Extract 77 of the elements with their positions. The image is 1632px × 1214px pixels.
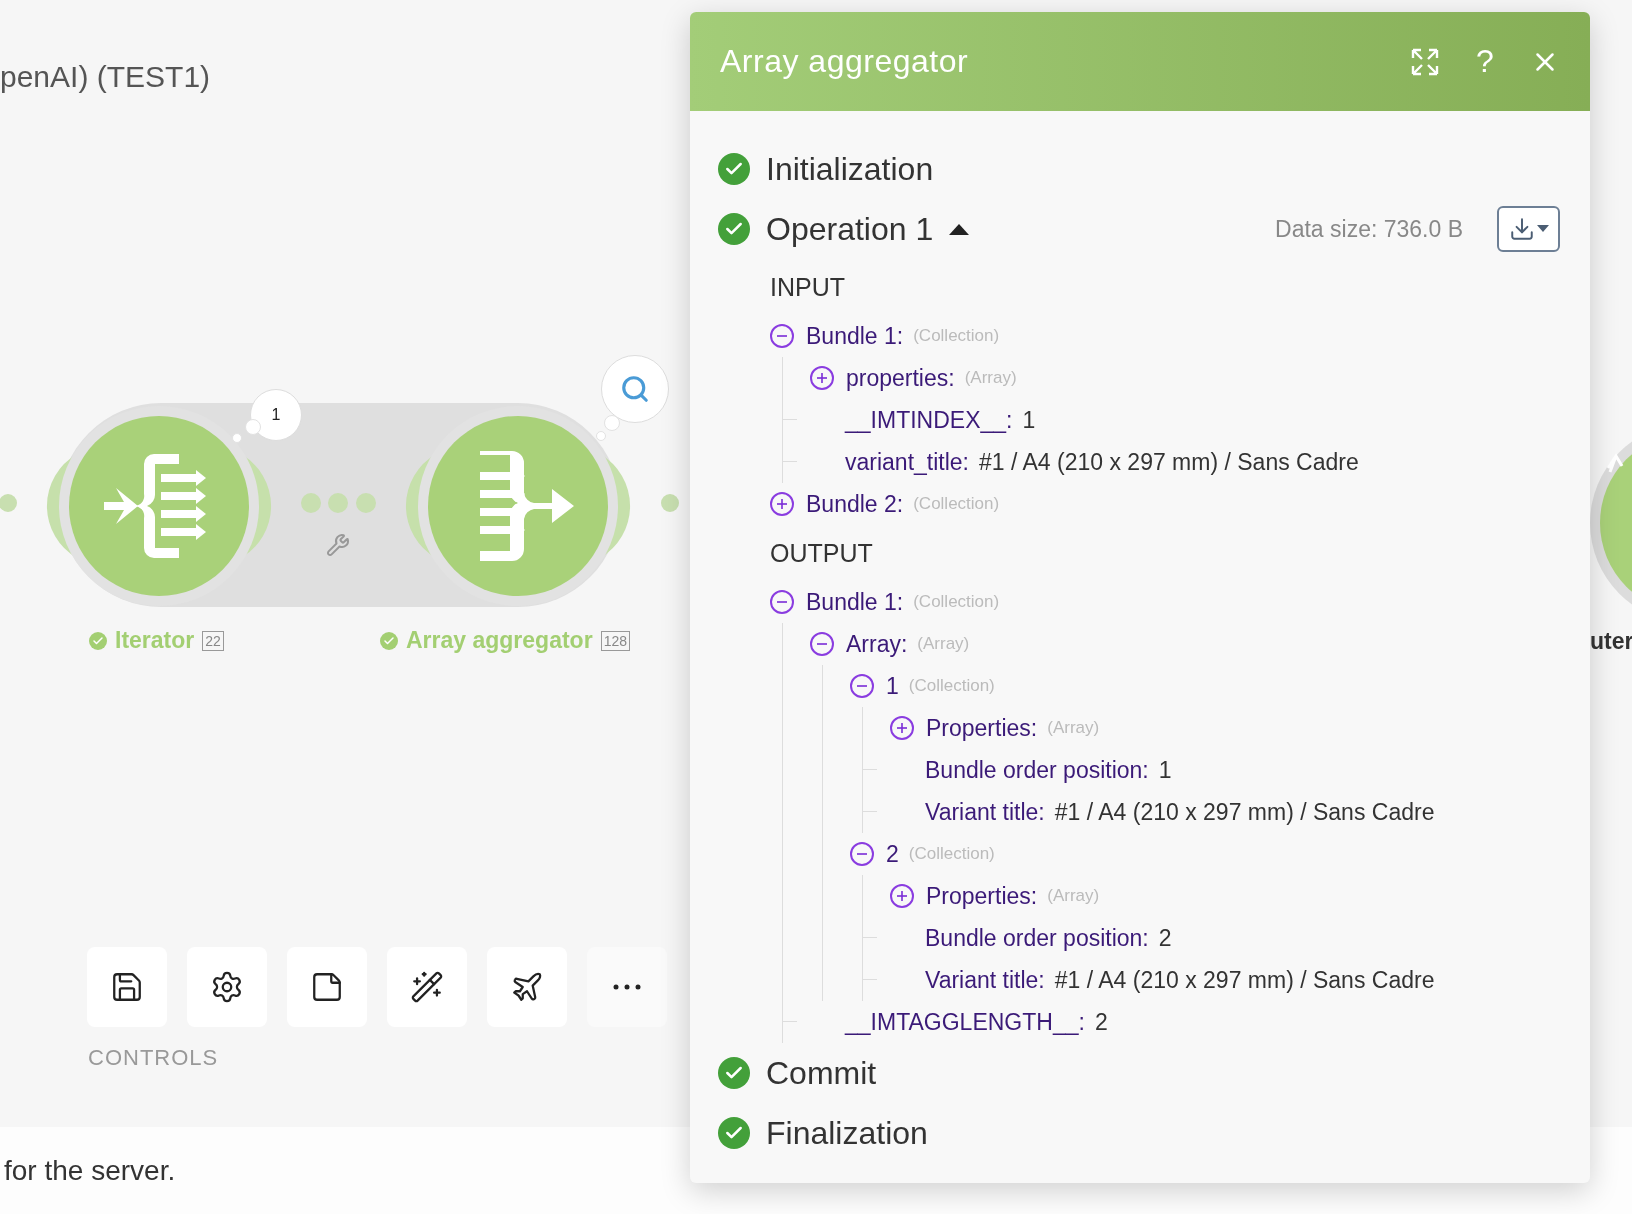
caret-icon	[1536, 225, 1549, 233]
tree-type: (Collection)	[908, 844, 995, 864]
tree-type: (Collection)	[908, 676, 995, 696]
tree-key: Properties:	[926, 882, 1038, 910]
footer-text: for the server.	[4, 1154, 176, 1187]
airplane-icon	[510, 970, 544, 1004]
plus-icon	[895, 889, 909, 903]
tree-key: variant_title:	[845, 448, 969, 476]
search-icon	[620, 374, 650, 404]
phase-title[interactable]: Operation 1	[766, 210, 934, 248]
phase-title: Initialization	[766, 150, 934, 188]
tree-key: Variant title:	[925, 798, 1045, 826]
panel-title: Array aggregator	[720, 43, 970, 80]
phase-title: Commit	[766, 1054, 877, 1092]
tree-key: properties:	[846, 364, 955, 392]
module-id: 22	[202, 630, 224, 651]
tree-key: Bundle 1:	[806, 322, 904, 350]
tree-key: Bundle 1:	[806, 588, 904, 616]
download-icon	[1508, 216, 1535, 242]
module-id: 128	[600, 630, 630, 651]
tree-value: 2	[1094, 1008, 1108, 1036]
tree-key: Array:	[846, 630, 908, 658]
tree-key: Bundle 2:	[806, 490, 904, 518]
expand-toggle[interactable]	[890, 716, 914, 740]
magic-wand-icon	[410, 970, 444, 1004]
tree-type: (Collection)	[913, 326, 1000, 346]
save-button[interactable]	[87, 947, 167, 1027]
note-icon	[310, 970, 344, 1004]
tree-value: #1 / A4 (210 x 297 mm) / Sans Cadre	[979, 448, 1359, 476]
plus-icon	[895, 721, 909, 735]
collapse-toggle[interactable]	[850, 674, 874, 698]
bubble-dot	[232, 433, 242, 443]
tree-type: (Array)	[1047, 886, 1100, 906]
tree-type: (Collection)	[913, 494, 1000, 514]
plus-icon	[775, 497, 789, 511]
tree-key: Bundle order position:	[925, 756, 1149, 784]
module-name: Iterator	[115, 627, 195, 654]
settings-button[interactable]	[187, 947, 267, 1027]
toolbar-label: CONTROLS	[88, 1045, 219, 1072]
plus-icon	[815, 371, 829, 385]
collapse-toggle[interactable]	[850, 842, 874, 866]
tree-value: 1	[1158, 756, 1172, 784]
section-label: OUTPUT	[770, 537, 874, 569]
tree-type: (Collection)	[913, 592, 1000, 612]
scenario-title: penAI) (TEST1)	[0, 60, 211, 95]
tree-key: Variant title:	[925, 966, 1045, 994]
more-icon	[613, 984, 641, 990]
collapse-toggle[interactable]	[770, 590, 794, 614]
collapse-toggle[interactable]	[810, 632, 834, 656]
expand-toggle[interactable]	[770, 492, 794, 516]
tree-value: 1	[1022, 406, 1036, 434]
save-icon	[110, 970, 144, 1004]
tree-value: #1 / A4 (210 x 297 mm) / Sans Cadre	[1054, 966, 1435, 994]
section-label: INPUT	[770, 271, 846, 303]
tree-key: __IMTINDEX__:	[845, 406, 1013, 434]
tree-value: 2	[1158, 924, 1172, 952]
tree-type: (Array)	[917, 634, 970, 654]
caret-icon[interactable]	[949, 223, 970, 235]
notes-button[interactable]	[287, 947, 367, 1027]
tree-key: 1	[886, 672, 899, 700]
module-name: Array aggregator	[406, 627, 593, 654]
download-button[interactable]	[1497, 206, 1560, 252]
tree-key: Bundle order position:	[925, 924, 1149, 952]
expand-toggle[interactable]	[810, 366, 834, 390]
tree-value: #1 / A4 (210 x 297 mm) / Sans Cadre	[1054, 798, 1435, 826]
settings-icon	[210, 970, 244, 1004]
phase-title: Finalization	[766, 1114, 928, 1152]
tree-key: __IMTAGGLENGTH__:	[845, 1008, 1085, 1036]
tree-type: (Array)	[964, 368, 1017, 388]
tree-type: (Array)	[1047, 718, 1100, 738]
tree-key: 2	[886, 840, 899, 868]
data-size: Data size: 736.0 B	[1275, 215, 1463, 243]
tree-key: Properties:	[926, 714, 1038, 742]
expand-toggle[interactable]	[890, 884, 914, 908]
magic-button[interactable]	[387, 947, 467, 1027]
collapse-toggle[interactable]	[770, 324, 794, 348]
airplane-button[interactable]	[487, 947, 567, 1027]
